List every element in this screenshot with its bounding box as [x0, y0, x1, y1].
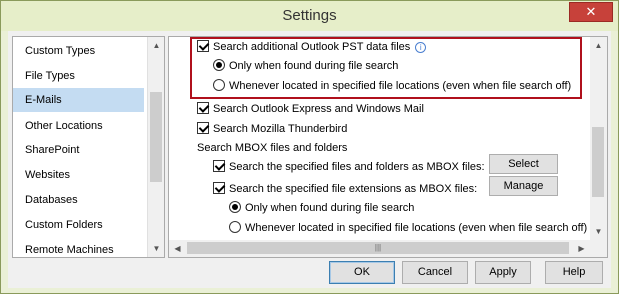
- pst-checkbox-label: Search additional Outlook PST data files: [213, 41, 411, 53]
- category-item-other-locations[interactable]: Other Locations: [13, 114, 144, 138]
- title-bar: Settings ✕: [1, 1, 618, 31]
- scrollbar-thumb-grip-icon[interactable]: |||: [187, 242, 569, 254]
- mbox-manage-button[interactable]: Manage: [489, 176, 558, 196]
- mbox-only-found-row[interactable]: Only when found during file search: [229, 198, 414, 218]
- scroll-down-arrow-icon[interactable]: ▼: [148, 240, 164, 257]
- pst-option-row[interactable]: Search additional Outlook PST data files…: [197, 37, 427, 57]
- outlook-express-row[interactable]: Search Outlook Express and Windows Mail: [197, 99, 424, 119]
- scrollbar-corner: [590, 240, 607, 257]
- mbox-files-folders-label: Search the specified files and folders a…: [229, 161, 485, 173]
- mbox-select-button[interactable]: Select: [489, 154, 558, 174]
- pst-checkbox[interactable]: [197, 40, 209, 52]
- pst-only-found-row[interactable]: Only when found during file search: [213, 56, 398, 76]
- category-item-websites[interactable]: Websites: [13, 163, 144, 187]
- email-options-panel: Search additional Outlook PST data files…: [168, 36, 608, 258]
- scroll-up-arrow-icon[interactable]: ▲: [148, 37, 164, 54]
- category-list: Custom Types File Types E-Mails Other Lo…: [12, 36, 165, 258]
- settings-window: Settings ✕ Custom Types File Types E-Mai…: [0, 0, 619, 294]
- category-item-custom-folders[interactable]: Custom Folders: [13, 213, 144, 237]
- mbox-whenever-radio[interactable]: [229, 221, 241, 233]
- scroll-down-arrow-icon[interactable]: ▼: [590, 223, 607, 240]
- mbox-section-header: Search MBOX files and folders: [197, 142, 348, 154]
- mbox-files-folders-checkbox[interactable]: [213, 160, 225, 172]
- thunderbird-row[interactable]: Search Mozilla Thunderbird: [197, 119, 347, 139]
- mbox-whenever-row[interactable]: Whenever located in specified file locat…: [229, 218, 587, 238]
- scroll-right-arrow-icon[interactable]: ▶: [573, 240, 590, 257]
- cancel-button[interactable]: Cancel: [402, 261, 468, 284]
- apply-button[interactable]: Apply: [475, 261, 531, 284]
- mbox-only-found-label: Only when found during file search: [245, 202, 415, 214]
- outlook-express-checkbox[interactable]: [197, 102, 209, 114]
- scrollbar-thumb[interactable]: [150, 92, 162, 182]
- options-vertical-scrollbar[interactable]: ▲ ▼: [590, 37, 607, 240]
- category-item-e-mails[interactable]: E-Mails: [13, 88, 144, 112]
- category-item-custom-types[interactable]: Custom Types: [13, 39, 144, 63]
- category-item-file-types[interactable]: File Types: [13, 64, 144, 88]
- window-title: Settings: [282, 7, 337, 24]
- outlook-express-label: Search Outlook Express and Windows Mail: [213, 103, 424, 115]
- scrollbar-thumb[interactable]: [592, 127, 604, 197]
- ok-button[interactable]: OK: [329, 261, 395, 284]
- dialog-body: Custom Types File Types E-Mails Other Lo…: [8, 31, 611, 288]
- mbox-files-folders-row[interactable]: Search the specified files and folders a…: [213, 157, 485, 177]
- close-button[interactable]: ✕: [569, 2, 613, 22]
- category-item-remote-machines[interactable]: Remote Machines: [13, 238, 144, 257]
- help-button[interactable]: Help: [545, 261, 603, 284]
- pst-whenever-radio[interactable]: [213, 79, 225, 91]
- mbox-extensions-row[interactable]: Search the specified file extensions as …: [213, 179, 477, 199]
- thunderbird-label: Search Mozilla Thunderbird: [213, 123, 348, 135]
- category-item-databases[interactable]: Databases: [13, 188, 144, 212]
- scroll-left-arrow-icon[interactable]: ◀: [169, 240, 186, 257]
- category-list-scrollbar[interactable]: ▲ ▼: [147, 37, 164, 257]
- pst-only-found-label: Only when found during file search: [229, 60, 399, 72]
- mbox-whenever-label: Whenever located in specified file locat…: [245, 222, 588, 234]
- pst-only-found-radio[interactable]: [213, 59, 225, 71]
- options-horizontal-scrollbar[interactable]: ◀ ||| ▶: [169, 240, 590, 257]
- mbox-only-found-radio[interactable]: [229, 201, 241, 213]
- info-icon[interactable]: i: [415, 42, 427, 53]
- thunderbird-checkbox[interactable]: [197, 122, 209, 134]
- category-item-sharepoint[interactable]: SharePoint: [13, 138, 144, 162]
- mbox-extensions-checkbox[interactable]: [213, 182, 225, 194]
- pst-whenever-label: Whenever located in specified file locat…: [229, 80, 572, 92]
- mbox-extensions-label: Search the specified file extensions as …: [229, 183, 478, 195]
- pst-whenever-row[interactable]: Whenever located in specified file locat…: [213, 76, 571, 96]
- scroll-up-arrow-icon[interactable]: ▲: [590, 37, 607, 54]
